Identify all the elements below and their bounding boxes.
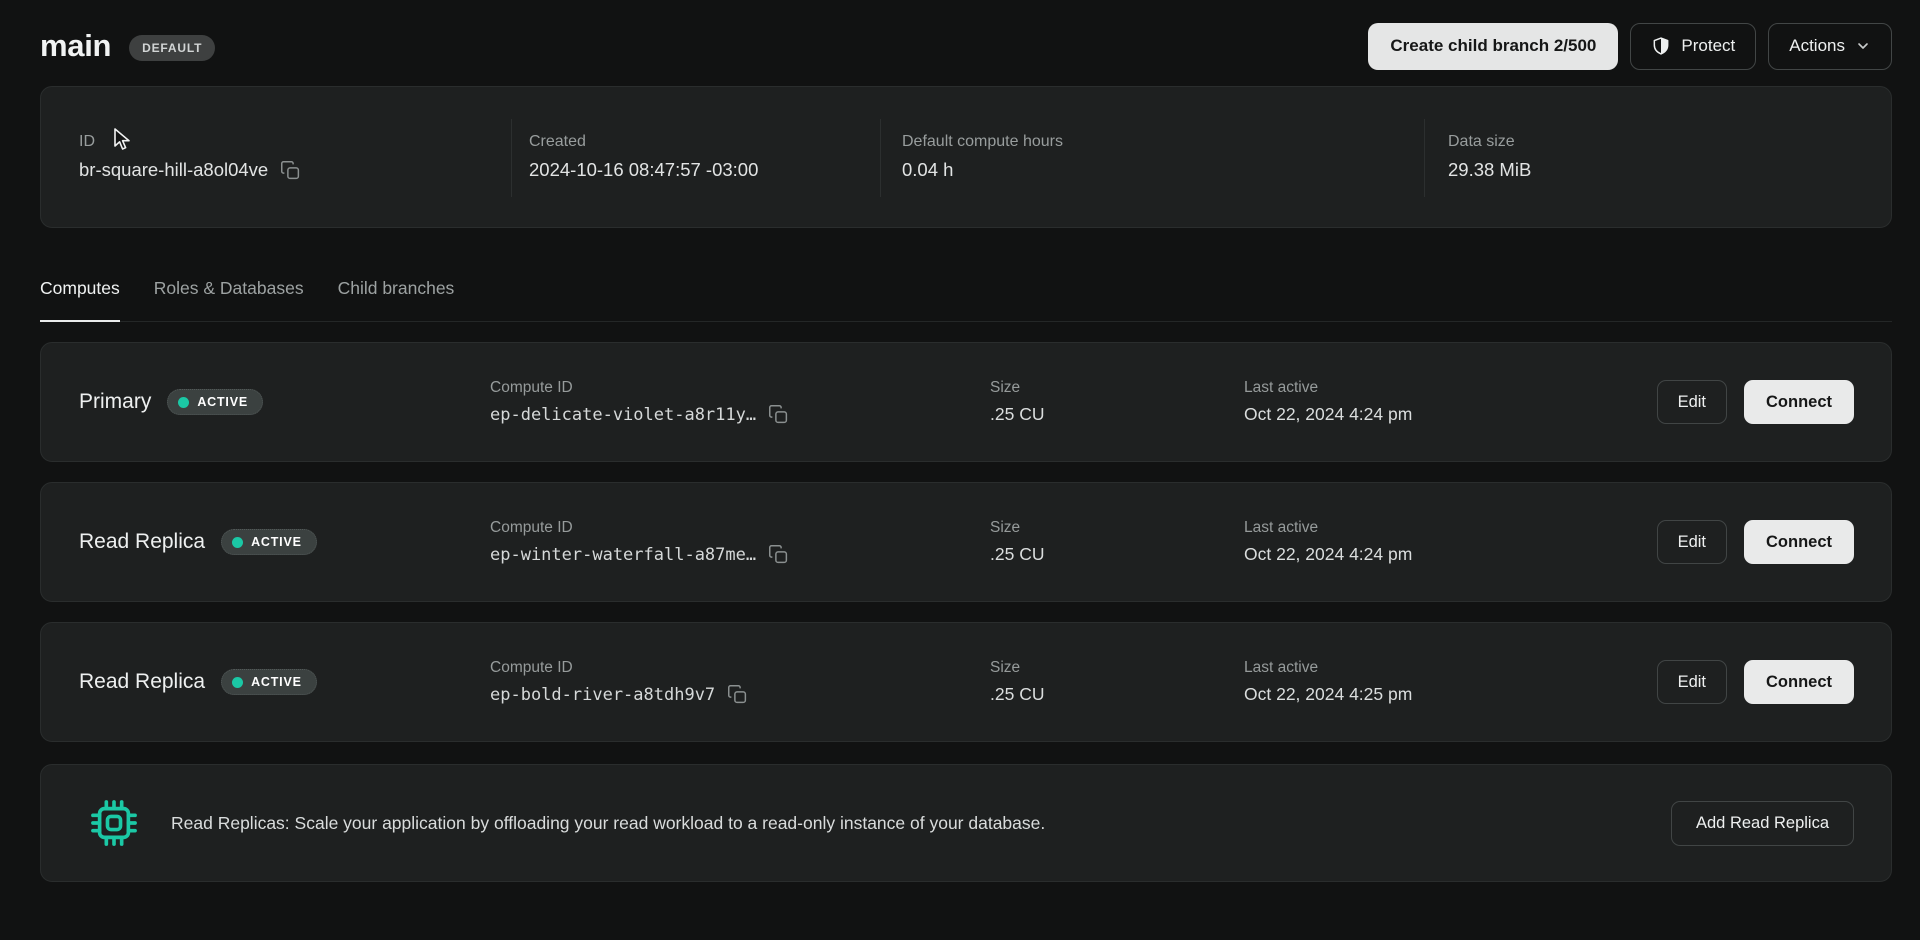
size-value: .25 CU [990,684,1044,705]
status-badge: ACTIVE [167,389,263,415]
active-status-dot [232,677,243,688]
divider [1424,119,1425,197]
status-badge-label: ACTIVE [251,535,302,549]
compute-hours-label: Default compute hours [902,133,1063,151]
compute-row-read-replica-1: Read Replica ACTIVE Compute ID ep-winter… [40,482,1892,602]
protect-button[interactable]: Protect [1630,23,1756,70]
copy-icon[interactable] [727,684,748,705]
protect-button-label: Protect [1681,36,1735,56]
divider [880,119,881,197]
last-active-value: Oct 22, 2024 4:25 pm [1244,684,1412,705]
read-replica-banner-text: Read Replicas: Scale your application by… [171,813,1045,834]
compute-row-primary: Primary ACTIVE Compute ID ep-delicate-vi… [40,342,1892,462]
size-column-label: Size [990,379,1044,397]
compute-hours-value: 0.04 h [902,159,1063,181]
last-active-value: Oct 22, 2024 4:24 pm [1244,544,1412,565]
default-badge: DEFAULT [129,35,215,61]
shield-icon [1651,36,1671,56]
compute-name: Read Replica [79,530,205,554]
active-status-dot [178,397,189,408]
tab-bar: Computes Roles & Databases Child branche… [40,278,1892,322]
compute-row-read-replica-2: Read Replica ACTIVE Compute ID ep-bold-r… [40,622,1892,742]
read-replica-banner: Read Replicas: Scale your application by… [40,764,1892,882]
compute-id-column-label: Compute ID [490,379,789,397]
compute-id-value: ep-bold-river-a8tdh9v7 [490,685,715,705]
create-child-branch-button[interactable]: Create child branch 2/500 [1368,23,1618,70]
created-value: 2024-10-16 08:47:57 -03:00 [529,159,758,181]
actions-button[interactable]: Actions [1768,23,1892,70]
page-title: main [40,28,111,64]
connect-button[interactable]: Connect [1744,660,1854,704]
chevron-down-icon [1855,38,1871,54]
last-active-value: Oct 22, 2024 4:24 pm [1244,404,1412,425]
branch-summary-card: ID br-square-hill-a8ol04ve Created 2024-… [40,86,1892,228]
size-value: .25 CU [990,404,1044,425]
connect-button[interactable]: Connect [1744,520,1854,564]
data-size-value: 29.38 MiB [1448,159,1531,181]
compute-id-value: ep-delicate-violet-a8r11y… [490,405,756,425]
status-badge-label: ACTIVE [197,395,248,409]
copy-icon[interactable] [280,160,301,181]
data-size-field: Data size 29.38 MiB [1448,133,1531,181]
data-size-label: Data size [1448,133,1531,151]
status-badge: ACTIVE [221,529,317,555]
add-read-replica-button[interactable]: Add Read Replica [1671,801,1854,846]
compute-id-value: ep-winter-waterfall-a87me… [490,545,756,565]
last-active-column-label: Last active [1244,379,1412,397]
last-active-column-label: Last active [1244,659,1412,677]
divider [511,119,512,197]
actions-button-label: Actions [1789,36,1845,56]
edit-button[interactable]: Edit [1657,520,1727,564]
branch-id-value: br-square-hill-a8ol04ve [79,159,268,181]
active-status-dot [232,537,243,548]
last-active-column-label: Last active [1244,519,1412,537]
size-column-label: Size [990,659,1044,677]
connect-button[interactable]: Connect [1744,380,1854,424]
compute-name: Primary [79,390,151,414]
tab-computes[interactable]: Computes [40,278,120,322]
compute-hours-field: Default compute hours 0.04 h [902,133,1063,181]
copy-icon[interactable] [768,404,789,425]
branch-id-field: ID br-square-hill-a8ol04ve [79,133,301,181]
copy-icon[interactable] [768,544,789,565]
created-label: Created [529,133,758,151]
status-badge-label: ACTIVE [251,675,302,689]
created-field: Created 2024-10-16 08:47:57 -03:00 [529,133,758,181]
compute-id-column-label: Compute ID [490,519,789,537]
tab-roles-databases[interactable]: Roles & Databases [154,278,304,322]
cpu-chip-icon [91,800,137,846]
edit-button[interactable]: Edit [1657,660,1727,704]
size-column-label: Size [990,519,1044,537]
edit-button[interactable]: Edit [1657,380,1727,424]
compute-id-column-label: Compute ID [490,659,748,677]
compute-name: Read Replica [79,670,205,694]
status-badge: ACTIVE [221,669,317,695]
tab-child-branches[interactable]: Child branches [338,278,455,322]
page-header: main DEFAULT Create child branch 2/500 P… [0,0,1920,72]
branch-id-label: ID [79,133,301,151]
size-value: .25 CU [990,544,1044,565]
